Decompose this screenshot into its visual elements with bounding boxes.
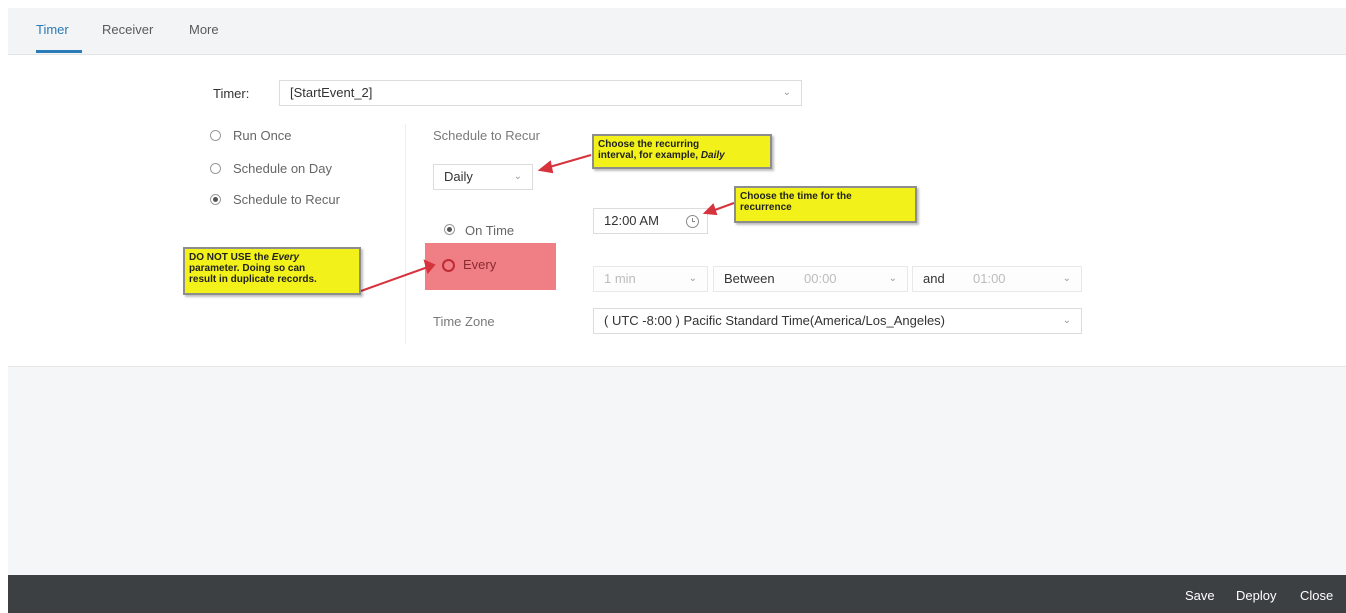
save-button[interactable]: Save — [1185, 588, 1215, 603]
callout-interval: Choose the recurring interval, for examp… — [592, 134, 772, 169]
callout-time-line2: recurrence — [740, 202, 792, 213]
footer-bar: Save Deploy Close — [8, 575, 1346, 613]
callout-warning-prefix: DO NOT USE the — [189, 252, 272, 263]
arrow-head-time — [702, 203, 718, 216]
callout-warning-line3: result in duplicate records. — [189, 274, 317, 285]
callout-interval-line2: interval, for example, Daily — [598, 150, 766, 161]
callout-interval-line1: Choose the recurring — [598, 139, 700, 150]
callout-time: Choose the time for the recurrence — [734, 186, 917, 223]
callout-time-line1: Choose the time for the — [740, 191, 852, 202]
arrow-head-interval — [537, 160, 554, 174]
callout-warning-line1: DO NOT USE the Every — [189, 252, 355, 263]
callout-warning-em: Every — [271, 252, 300, 263]
close-button[interactable]: Close — [1300, 588, 1333, 603]
callout-interval-prefix: interval, for example, — [598, 150, 701, 161]
arrow-head-every — [423, 259, 436, 275]
callout-interval-em: Daily — [700, 150, 725, 161]
content-area — [8, 366, 1346, 576]
arrow-to-interval — [545, 154, 592, 169]
callout-warning-line2: parameter. Doing so can — [189, 263, 306, 274]
arrow-to-every — [360, 266, 429, 292]
deploy-button[interactable]: Deploy — [1236, 588, 1276, 603]
callout-warning: DO NOT USE the Every parameter. Doing so… — [183, 247, 361, 295]
